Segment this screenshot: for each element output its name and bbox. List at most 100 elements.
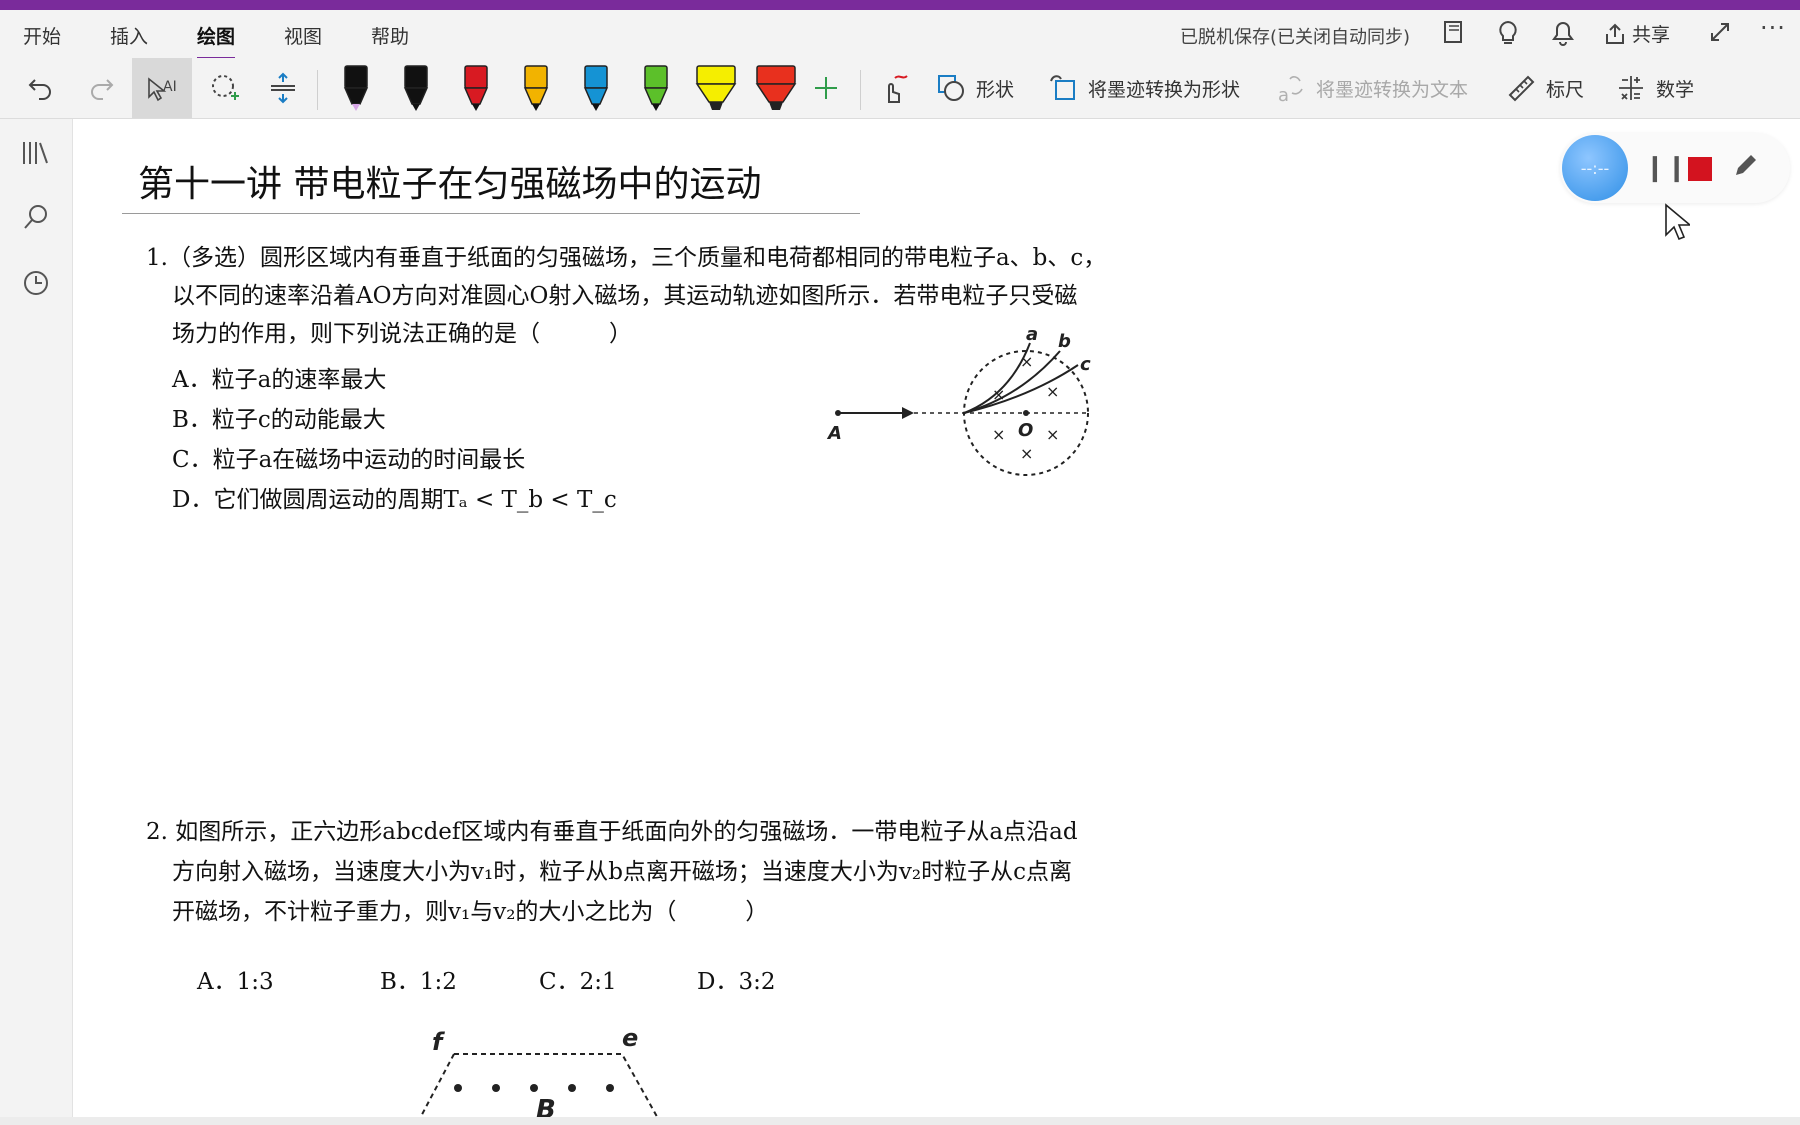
question-1-option-b: B．粒子c的动能最大 [172, 407, 386, 433]
question-1-figure: × × × × × × A O a b c [826, 325, 1091, 476]
page-title[interactable]: 第十一讲 带电粒子在匀强磁场中的运动 [138, 155, 761, 207]
ruler-icon [1508, 75, 1535, 102]
bell-icon[interactable] [1551, 20, 1575, 52]
ink-to-text-icon: a [1278, 76, 1303, 103]
label-A: A [826, 423, 842, 444]
add-space-icon [271, 72, 295, 104]
tab-view[interactable]: 视图 [284, 22, 322, 49]
question-1-line-1: 1.（多选）圆形区域内有垂直于纸面的匀强磁场，三个质量和电荷都相同的带电粒子a、… [146, 245, 1107, 271]
menu-bar: 开始 插入 绘图 视图 帮助 已脱机保存(已关闭自动同步) 共享 ··· [0, 10, 1800, 61]
undo-button[interactable] [20, 66, 62, 110]
label-c: c [1080, 354, 1091, 375]
notebooks-icon[interactable] [20, 139, 52, 171]
pen-black-lilac-icon [343, 65, 369, 111]
field-mark: × [1046, 425, 1059, 444]
title-bar-accent [0, 0, 1800, 10]
share-icon [1606, 23, 1624, 44]
pen-black-lilac[interactable] [330, 65, 382, 111]
tab-insert[interactable]: 插入 [110, 22, 148, 49]
stop-button[interactable] [1688, 157, 1712, 181]
pen-red-icon [463, 65, 489, 111]
pause-button[interactable]: ❙❙ [1644, 153, 1688, 183]
question-1-line-2: 以不同的速率沿着AO方向对准圆心O射入磁场，其运动轨迹如图所示．若带电粒子只受磁 [172, 283, 1078, 309]
label-e: e [622, 1024, 638, 1052]
redo-button[interactable] [80, 66, 122, 110]
field-mark: × [992, 385, 1005, 404]
fullscreen-icon[interactable] [1708, 20, 1732, 50]
ink-to-text-button: a 将墨迹转换为文本 [1276, 66, 1486, 110]
select-text-tool[interactable]: AI [132, 58, 192, 118]
notebook-icon[interactable] [1442, 20, 1466, 52]
highlighter-red[interactable] [750, 65, 802, 110]
touch-draw-button[interactable] [872, 66, 914, 110]
center-dot [1023, 410, 1029, 416]
math-label: 数学 [1656, 78, 1695, 101]
title-divider [122, 213, 860, 214]
track-c [963, 364, 1079, 414]
tab-help[interactable]: 帮助 [371, 22, 409, 49]
math-button[interactable]: 数学 [1616, 66, 1700, 110]
screen-recorder-widget: --:-- ❙❙ [1560, 133, 1790, 203]
question-1-option-d: D．它们做圆周运动的周期Tₐ < T_b < T_c [172, 487, 617, 513]
math-icon [1619, 76, 1643, 100]
field-dot [568, 1084, 576, 1092]
label-f: f [432, 1028, 445, 1056]
plus-icon [815, 77, 837, 99]
label-O: O [1018, 420, 1033, 441]
field-mark: × [992, 425, 1005, 444]
field-dot [454, 1084, 462, 1092]
pen-blue[interactable] [570, 65, 622, 111]
more-options-icon[interactable]: ··· [1760, 14, 1786, 42]
highlighter-yellow[interactable] [690, 65, 742, 110]
pen-red[interactable] [450, 65, 502, 111]
recent-notes-icon[interactable] [20, 269, 52, 301]
toolbar-divider [317, 70, 318, 110]
pen-green-icon [643, 65, 669, 111]
sync-status: 已脱机保存(已关闭自动同步) [1179, 27, 1410, 48]
share-label: 共享 [1632, 24, 1671, 46]
svg-text:a: a [1278, 85, 1289, 103]
pen-black[interactable] [390, 65, 442, 111]
question-1-option-c: C．粒子a在磁场中运动的时间最长 [172, 447, 526, 473]
search-icon[interactable] [20, 203, 52, 235]
hand-draw-icon [888, 75, 908, 103]
select-cursor-icon: AI [148, 77, 177, 102]
tab-home[interactable]: 开始 [23, 22, 61, 49]
label-a: a [1026, 325, 1038, 345]
field-mark: × [1020, 444, 1033, 463]
tab-draw[interactable]: 绘图 [197, 22, 236, 61]
lightbulb-icon[interactable] [1497, 20, 1519, 52]
question-2-line-1: 2. 如图所示，正六边形abcdef区域内有垂直于纸面向外的匀强磁场．一带电粒子… [146, 819, 1078, 845]
label-b: b [1058, 331, 1071, 352]
lasso-icon [212, 75, 239, 100]
arrow-head [902, 407, 914, 419]
ink-to-shape-label: 将墨迹转换为形状 [1088, 78, 1241, 101]
mouse-cursor-icon [1665, 203, 1690, 241]
ink-to-shape-button[interactable]: 将墨迹转换为形状 [1048, 66, 1258, 110]
shapes-button[interactable]: 形状 [936, 66, 1046, 110]
field-dot [492, 1084, 500, 1092]
ink-to-text-label: 将墨迹转换为文本 [1316, 78, 1469, 101]
navigation-sidebar [0, 119, 73, 1125]
toolbar-divider [860, 70, 861, 110]
bottom-edge [0, 1117, 1800, 1125]
pencil-orange-icon [523, 65, 549, 111]
field-mark: × [1020, 352, 1033, 371]
add-space-tool[interactable] [262, 66, 304, 110]
pen-green[interactable] [630, 65, 682, 111]
recording-timer: --:-- [1562, 135, 1628, 201]
share-button[interactable]: 共享 [1604, 20, 1670, 47]
question-2-line-2: 方向射入磁场，当速度大小为v₁时，粒子从b点离开磁场；当速度大小为v₂时粒子从c… [172, 859, 1073, 885]
annotate-pen-icon[interactable] [1732, 151, 1760, 186]
field-mark: × [1046, 382, 1059, 401]
ink-to-shape-icon [1050, 75, 1075, 100]
lasso-select-tool[interactable] [204, 66, 246, 110]
ruler-button[interactable]: 标尺 [1506, 66, 1590, 110]
pencil-orange[interactable] [510, 65, 562, 111]
question-2-figure: f e B [417, 1024, 661, 1122]
add-pen-button[interactable] [808, 66, 844, 110]
highlighter-yellow-icon [695, 65, 737, 110]
question-2-option-d: D．3:2 [697, 969, 776, 995]
point-a-dot [835, 410, 841, 416]
question-1-line-3: 场力的作用，则下列说法正确的是（ ） [172, 321, 632, 347]
